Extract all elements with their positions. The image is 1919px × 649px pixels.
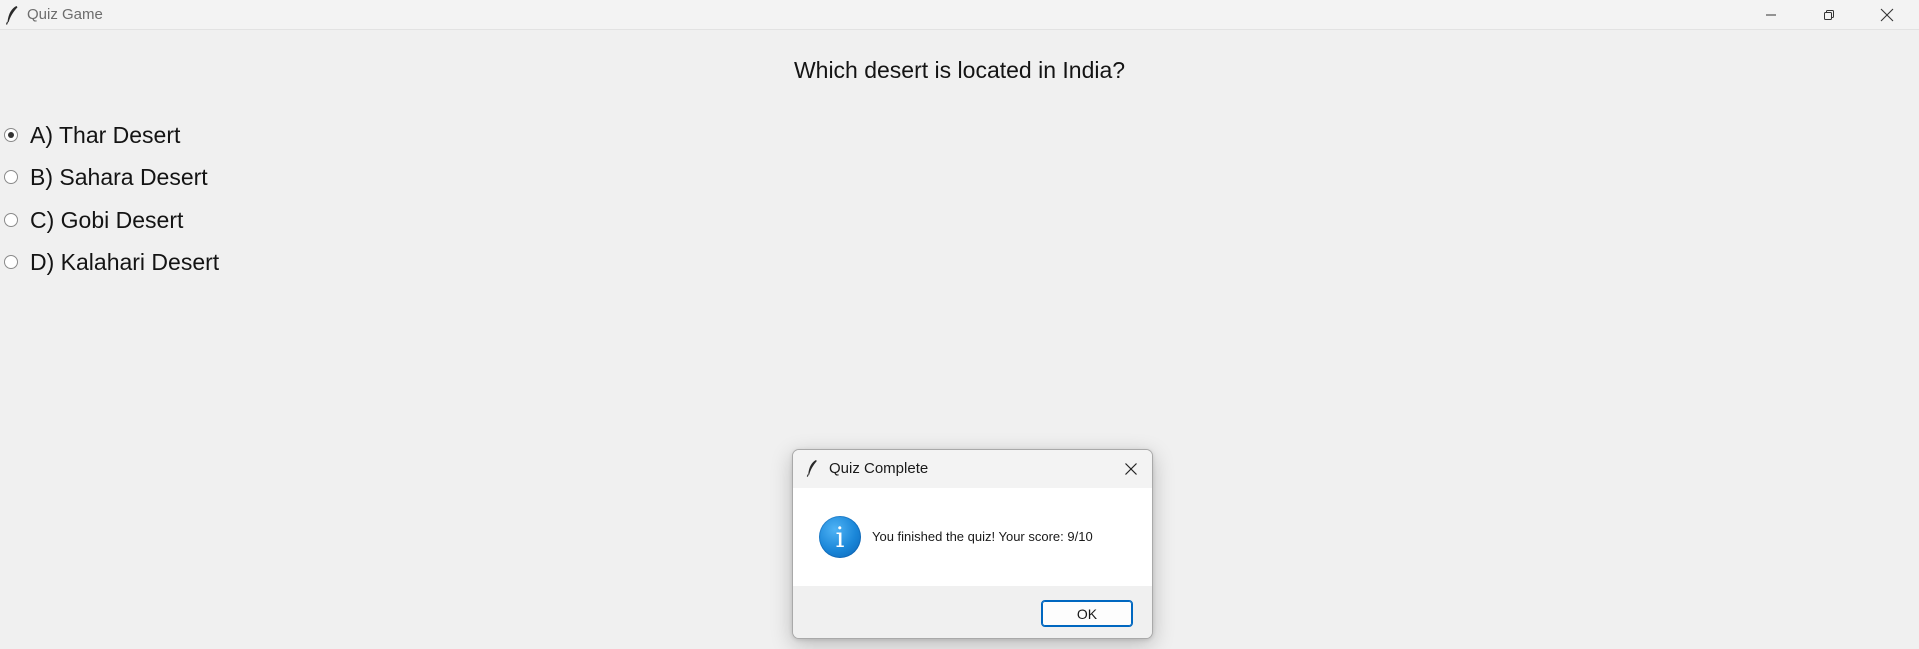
radio-selected-dot [8, 132, 14, 138]
radio-button-a[interactable] [4, 128, 18, 142]
option-c-label[interactable]: C) Gobi Desert [30, 207, 183, 234]
question-text: Which desert is located in India? [793, 57, 1126, 83]
option-b-label[interactable]: B) Sahara Desert [30, 164, 208, 191]
title-bar[interactable]: Quiz Game [0, 0, 1919, 30]
info-icon: i [819, 516, 861, 558]
restore-icon [1824, 10, 1834, 20]
close-icon [1125, 463, 1137, 475]
dialog-title-bar[interactable]: Quiz Complete [793, 450, 1152, 488]
close-icon [1880, 8, 1894, 22]
dialog-close-button[interactable] [1114, 453, 1148, 485]
minimize-button[interactable] [1742, 0, 1800, 30]
ok-button[interactable]: OK [1041, 600, 1133, 627]
dialog-message: You finished the quiz! Your score: 9/10 [872, 529, 1093, 544]
dialog-title: Quiz Complete [829, 460, 929, 477]
radio-button-c[interactable] [4, 213, 18, 227]
restore-button[interactable] [1800, 0, 1858, 30]
option-a-label[interactable]: A) Thar Desert [30, 122, 180, 149]
feather-icon [806, 460, 817, 477]
dialog-body: i You finished the quiz! Your score: 9/1… [793, 488, 1152, 586]
close-button[interactable] [1858, 0, 1916, 30]
minimize-icon [1766, 14, 1776, 16]
window-title: Quiz Game [27, 6, 103, 23]
quiz-complete-dialog: Quiz Complete i You finished the quiz! Y… [792, 449, 1153, 639]
feather-icon [5, 6, 18, 25]
radio-button-d[interactable] [4, 255, 18, 269]
quiz-game-window: Quiz Game Which desert is located in Ind… [0, 0, 1919, 649]
option-d-label[interactable]: D) Kalahari Desert [30, 249, 219, 276]
option-b[interactable]: B) Sahara Desert [4, 163, 208, 191]
option-d[interactable]: D) Kalahari Desert [4, 248, 219, 276]
option-c[interactable]: C) Gobi Desert [4, 206, 183, 234]
option-a[interactable]: A) Thar Desert [4, 121, 180, 149]
dialog-footer: OK [793, 586, 1152, 638]
radio-button-b[interactable] [4, 170, 18, 184]
